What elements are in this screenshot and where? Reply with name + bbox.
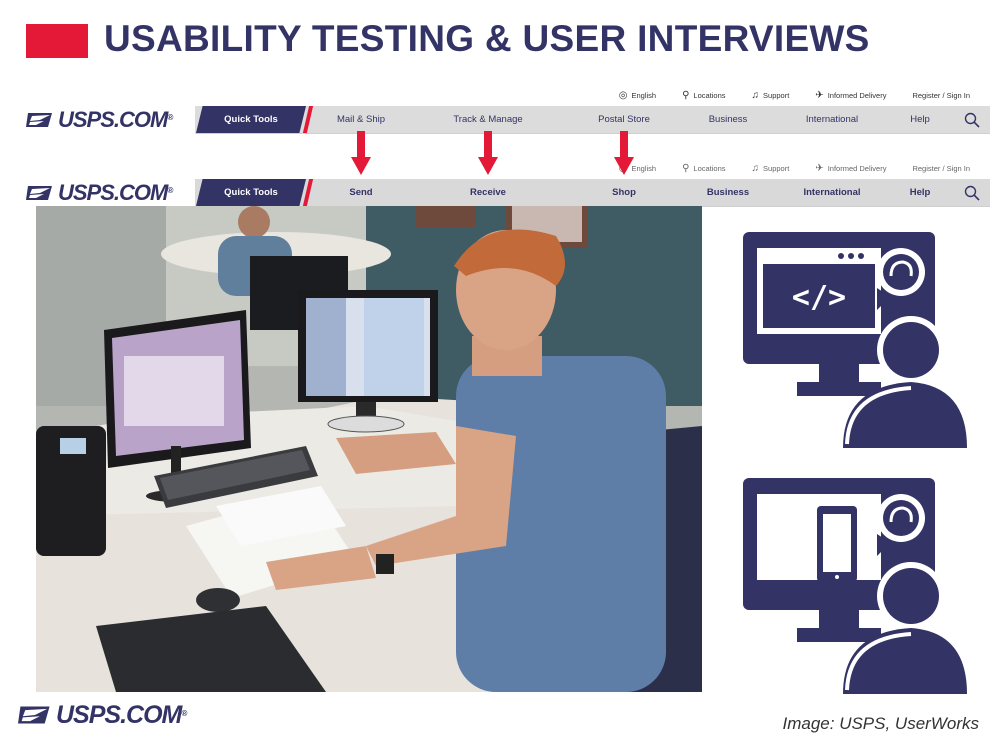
eagle-logo-icon bbox=[18, 706, 50, 724]
red-arrow-down-icon bbox=[351, 131, 371, 175]
informed-delivery-icon: ✈ bbox=[815, 89, 824, 101]
logo-text: USPS.COM® bbox=[56, 700, 187, 730]
logo-text: USPS.COM® bbox=[58, 179, 173, 206]
desktop-code-user-icon: </> bbox=[743, 232, 967, 448]
utility-bar: ◎English ⚲Locations ♫Support ✈Informed D… bbox=[619, 87, 970, 103]
utility-locations[interactable]: ⚲ Locations bbox=[682, 163, 725, 174]
utility-english[interactable]: ◎English bbox=[619, 90, 656, 101]
main-nav: USPS.COM® Quick Tools Mail & Ship Track … bbox=[22, 106, 990, 134]
main-nav: USPS.COM® Quick Tools Send Receive Shop … bbox=[22, 179, 990, 207]
utility-locations[interactable]: ⚲ Locations bbox=[682, 90, 725, 101]
nav-international[interactable]: International bbox=[803, 179, 860, 206]
logo-wordmark: USPS.COM bbox=[56, 700, 182, 729]
utility-label: Locations bbox=[693, 90, 726, 100]
usps-logo[interactable]: USPS.COM® bbox=[26, 179, 173, 206]
utility-label: Informed Delivery bbox=[827, 90, 887, 100]
utility-informed-delivery[interactable]: ✈ Informed Delivery bbox=[815, 90, 886, 101]
usps-nav-after: ◎English ⚲Locations ♫Support ✈Informed D… bbox=[22, 157, 990, 207]
nav-postal-store[interactable]: Postal Store bbox=[598, 106, 650, 133]
slide-title: USABILITY TESTING & USER INTERVIEWS bbox=[104, 18, 870, 59]
desktop-mobile-user-icon bbox=[743, 478, 967, 694]
utility-label: English bbox=[631, 163, 657, 173]
logo-wordmark: USPS.COM bbox=[58, 106, 168, 132]
nav-help[interactable]: Help bbox=[910, 106, 930, 133]
quick-tools-button[interactable]: Quick Tools bbox=[196, 179, 306, 206]
utility-register-sign-in[interactable]: Register / Sign In bbox=[912, 164, 970, 173]
utility-label: Register / Sign In bbox=[912, 163, 970, 173]
main-nav-background bbox=[195, 106, 990, 134]
utility-label: Support bbox=[763, 163, 790, 173]
utility-label: Locations bbox=[693, 163, 726, 173]
title-accent-block bbox=[26, 24, 88, 58]
eagle-logo-icon bbox=[26, 185, 52, 200]
nav-business[interactable]: Business bbox=[709, 106, 748, 133]
usability-test-photo bbox=[36, 206, 702, 692]
svg-text:</>: </> bbox=[792, 280, 846, 315]
quick-tools-button[interactable]: Quick Tools bbox=[196, 106, 306, 133]
utility-label: Support bbox=[763, 90, 790, 100]
location-pin-icon: ⚲ bbox=[682, 162, 690, 174]
red-arrow-down-icon bbox=[478, 131, 498, 175]
red-arrow-down-icon bbox=[614, 131, 634, 175]
logo-text: USPS.COM® bbox=[58, 106, 173, 133]
logo-wordmark: USPS.COM bbox=[58, 179, 168, 205]
search-icon[interactable] bbox=[964, 185, 980, 201]
nav-track-manage[interactable]: Track & Manage bbox=[453, 106, 522, 133]
utility-label: Register / Sign In bbox=[912, 90, 970, 100]
search-icon[interactable] bbox=[964, 112, 980, 128]
nav-business[interactable]: Business bbox=[707, 179, 749, 206]
nav-mail-ship[interactable]: Mail & Ship bbox=[337, 106, 385, 133]
utility-register-sign-in[interactable]: Register / Sign In bbox=[912, 91, 970, 100]
usability-test-scene bbox=[36, 206, 702, 692]
eagle-logo-icon bbox=[26, 112, 52, 127]
headset-icon: ♫ bbox=[751, 162, 760, 174]
utility-label: English bbox=[631, 90, 657, 100]
utility-support[interactable]: ♫ Support bbox=[752, 163, 790, 174]
footer-usps-logo: USPS.COM® bbox=[18, 700, 187, 730]
nav-shop[interactable]: Shop bbox=[612, 179, 636, 206]
location-pin-icon: ⚲ bbox=[682, 89, 690, 101]
utility-support[interactable]: ♫ Support bbox=[752, 90, 790, 101]
image-credit: Image: USPS, UserWorks bbox=[782, 714, 980, 733]
globe-icon: ◎ bbox=[618, 89, 628, 101]
informed-delivery-icon: ✈ bbox=[815, 162, 824, 174]
logo-registered-mark: ® bbox=[167, 112, 173, 122]
logo-registered-mark: ® bbox=[167, 185, 173, 195]
headset-icon: ♫ bbox=[751, 89, 760, 101]
utility-informed-delivery[interactable]: ✈ Informed Delivery bbox=[815, 163, 886, 174]
nav-send[interactable]: Send bbox=[349, 179, 372, 206]
nav-help[interactable]: Help bbox=[910, 179, 931, 206]
main-nav-background bbox=[195, 179, 990, 207]
nav-international[interactable]: International bbox=[806, 106, 858, 133]
usps-nav-before: ◎ English ⚲ Locations ♫ Support ✈ Informed D… bbox=[22, 84, 990, 134]
nav-receive[interactable]: Receive bbox=[470, 179, 506, 206]
usps-logo[interactable]: USPS.COM® bbox=[26, 106, 173, 133]
logo-registered-mark: ® bbox=[181, 708, 187, 718]
utility-label: Informed Delivery bbox=[827, 163, 887, 173]
utility-bar: ◎English ⚲Locations ♫Support ✈Informed D… bbox=[619, 160, 970, 176]
